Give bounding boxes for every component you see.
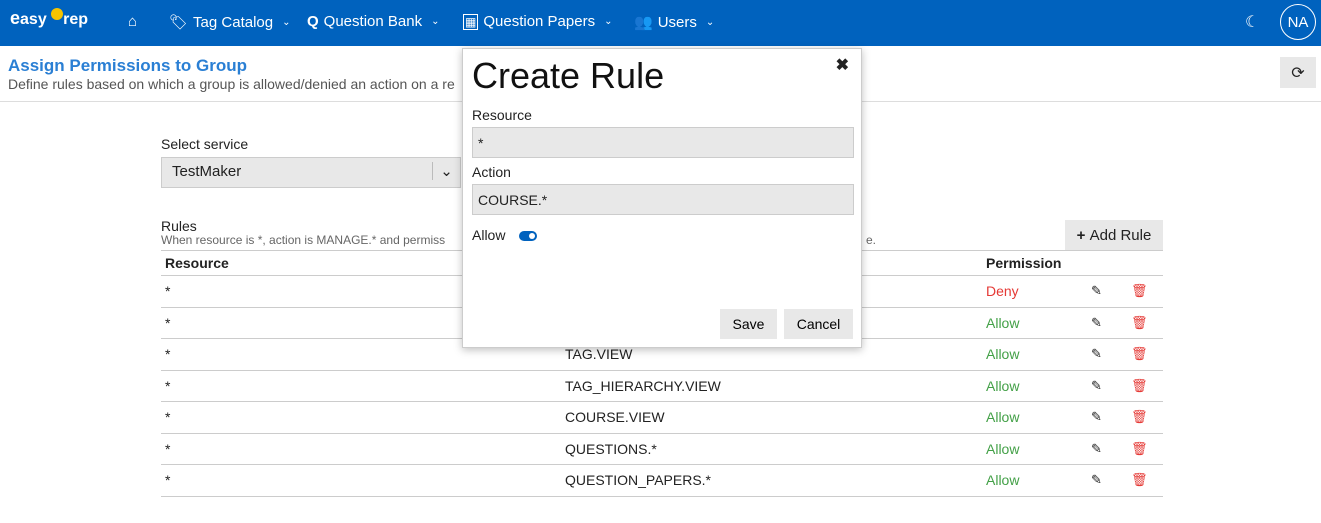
allow-toggle[interactable] [519,231,537,241]
action-label: Action [472,164,511,180]
delete-icon[interactable]: 🗑 [1127,306,1163,339]
table-row: * COURSE.VIEW Allow ✎ 🗑 [161,401,1163,434]
cell-permission: Allow [982,401,1087,434]
chevron-down-icon: ⌄ [431,16,440,27]
cell-resource: * [161,464,561,497]
service-label: Select service [161,136,249,152]
cell-action: TAG_HIERARCHY.VIEW [561,369,982,402]
allow-label: Allow [472,227,506,243]
chevron-down-icon: ⌄ [282,16,291,28]
logo[interactable]: easy rep [10,8,88,29]
moon-icon[interactable]: ☾ [1245,12,1259,32]
rules-hint: When resource is *, action is MANAGE.* a… [161,233,877,247]
cell-resource: * [161,369,561,402]
refresh-button[interactable]: ⟳ [1280,57,1316,88]
service-select[interactable]: TestMaker ⌄ [161,157,461,188]
paper-icon: ▦ [463,13,479,30]
users-icon: 👥 [634,14,653,31]
cell-permission: Allow [982,338,1087,371]
question-icon: Q [307,13,319,30]
nav-question-papers[interactable]: ▦ Question Papers ⌄ [463,13,612,30]
resource-label: Resource [472,107,532,123]
delete-icon[interactable]: 🗑 [1127,464,1163,497]
chevron-down-icon: ⌄ [432,162,460,180]
page-title: Assign Permissions to Group [8,56,247,75]
chevron-down-icon: ⌄ [705,16,715,28]
chevron-down-icon: ⌄ [604,16,613,27]
nav-question-bank[interactable]: Q Question Bank ⌄ [307,13,439,30]
avatar[interactable]: NA [1280,4,1316,40]
table-row: * TAG_HIERARCHY.VIEW Allow ✎ 🗑 [161,369,1163,402]
add-rule-button[interactable]: + Add Rule [1065,220,1163,250]
table-row: * QUESTIONS.* Allow ✎ 🗑 [161,432,1163,465]
edit-icon[interactable]: ✎ [1087,401,1127,434]
resource-input[interactable]: * [472,127,854,158]
home-icon[interactable]: ⌂ [128,13,137,30]
delete-icon[interactable]: 🗑 [1127,401,1163,434]
cell-permission: Allow [982,369,1087,402]
delete-icon[interactable]: 🗑 [1127,432,1163,465]
cell-action: COURSE.VIEW [561,401,982,434]
delete-icon[interactable]: 🗑 [1127,338,1163,371]
top-nav: easy rep ⌂ 🏷 Tag Catalog ⌄ Q Question Bank ⌄… [0,0,1321,46]
nav-users[interactable]: 👥 Users ⌄ [634,13,715,32]
action-input[interactable]: COURSE.* [472,184,854,215]
cell-permission: Allow [982,306,1087,339]
delete-icon[interactable]: 🗑 [1127,275,1163,308]
cell-action: QUESTION_PAPERS.* [561,464,982,497]
rules-label: Rules [161,218,197,234]
plus-icon: + [1076,226,1086,244]
cancel-button[interactable]: Cancel [784,309,853,339]
tag-icon: 🏷 [169,14,189,31]
edit-icon[interactable]: ✎ [1087,275,1127,308]
cell-permission: Allow [982,464,1087,497]
refresh-icon: ⟳ [1291,64,1305,82]
cell-action: QUESTIONS.* [561,432,982,465]
edit-icon[interactable]: ✎ [1087,369,1127,402]
header-permission: Permission [982,250,1087,276]
edit-icon[interactable]: ✎ [1087,338,1127,371]
create-rule-dialog: Create Rule ✖ Resource * Action COURSE.*… [462,48,862,348]
delete-icon[interactable]: 🗑 [1127,369,1163,402]
save-button[interactable]: Save [720,309,777,339]
cell-permission: Deny [982,275,1087,308]
edit-icon[interactable]: ✎ [1087,464,1127,497]
page-subtitle: Define rules based on which a group is a… [8,76,455,92]
cell-resource: * [161,432,561,465]
cell-resource: * [161,401,561,434]
dialog-title: Create Rule [472,55,665,96]
cell-permission: Allow [982,432,1087,465]
nav-tag-catalog[interactable]: 🏷 Tag Catalog ⌄ [169,13,291,32]
edit-icon[interactable]: ✎ [1087,432,1127,465]
close-icon[interactable]: ✖ [836,55,849,75]
edit-icon[interactable]: ✎ [1087,306,1127,339]
table-row: * QUESTION_PAPERS.* Allow ✎ 🗑 [161,464,1163,497]
